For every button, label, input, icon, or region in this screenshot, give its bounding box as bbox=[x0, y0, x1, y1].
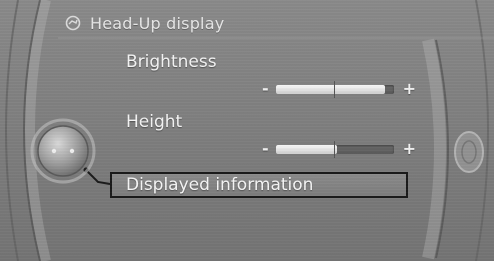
height-increase[interactable]: + bbox=[403, 139, 416, 158]
menu-item-height[interactable]: Height bbox=[126, 112, 182, 132]
controller-knob-icon bbox=[30, 118, 96, 184]
height-decrease[interactable]: - bbox=[262, 139, 269, 158]
menu-item-displayed-information: Displayed information bbox=[126, 175, 314, 195]
brightness-center-tick bbox=[334, 81, 335, 98]
header: Head-Up display bbox=[64, 8, 224, 38]
brightness-fill bbox=[276, 85, 385, 94]
right-scroll-knob[interactable] bbox=[452, 128, 486, 176]
height-slider[interactable]: - + bbox=[262, 139, 416, 158]
page-title: Head-Up display bbox=[90, 13, 225, 33]
controller-knob[interactable] bbox=[30, 118, 96, 184]
brightness-increase[interactable]: + bbox=[403, 79, 416, 98]
idrive-screen: Head-Up display Brightness - + Height - … bbox=[0, 0, 494, 261]
menu-item-brightness[interactable]: Brightness bbox=[126, 52, 217, 72]
height-center-tick bbox=[334, 141, 335, 158]
height-track[interactable] bbox=[276, 141, 394, 158]
brightness-decrease[interactable]: - bbox=[262, 79, 269, 98]
brightness-track[interactable] bbox=[276, 81, 394, 98]
brightness-slider[interactable]: - + bbox=[262, 79, 416, 98]
head-up-display-icon bbox=[64, 14, 82, 32]
selected-menu-item[interactable]: Displayed information bbox=[110, 172, 408, 198]
height-fill bbox=[276, 145, 338, 154]
right-knob-icon bbox=[454, 131, 484, 173]
